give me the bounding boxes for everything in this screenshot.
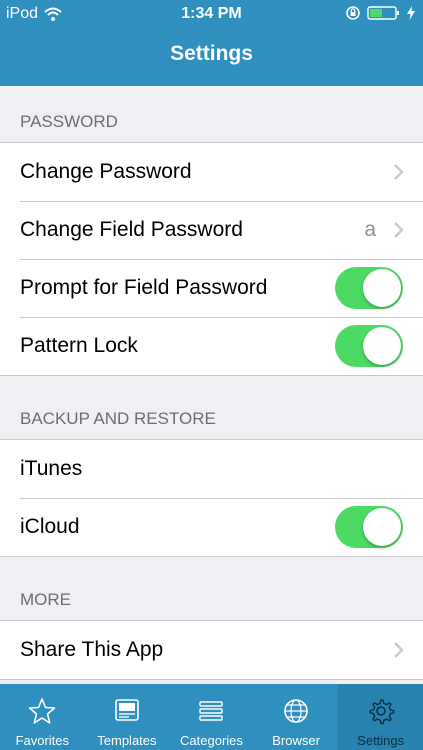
toggle-knob [363, 269, 401, 307]
section-header-backup: BACKUP AND RESTORE [20, 409, 216, 428]
gear-icon [369, 699, 395, 725]
navigation-bar: iPod 1:34 PM Settings [0, 0, 423, 86]
section-more: Share This App [0, 620, 423, 680]
share-this-app-row[interactable]: Share This App [0, 621, 423, 679]
section-header-password: PASSWORD [20, 112, 118, 131]
prompt-field-password-row: Prompt for Field Password [0, 259, 423, 317]
change-field-password-row[interactable]: Change Field Password a [0, 201, 423, 259]
tab-label: Settings [357, 733, 405, 748]
prompt-field-password-toggle[interactable] [335, 267, 403, 309]
pattern-lock-row: Pattern Lock [0, 317, 423, 375]
row-label: Change Password [20, 160, 192, 183]
row-label: iTunes [20, 457, 83, 480]
toggle-knob [363, 508, 401, 546]
row-label: Change Field Password [20, 218, 243, 241]
chevron-right-icon [394, 164, 404, 180]
status-bar: iPod 1:34 PM [0, 0, 423, 30]
row-label: Share This App [20, 638, 164, 661]
settings-list[interactable]: PASSWORD Change Password Change Field Pa… [0, 86, 423, 684]
pattern-lock-toggle[interactable] [335, 325, 403, 367]
row-label: Pattern Lock [20, 334, 138, 357]
itunes-row[interactable]: iTunes [0, 440, 423, 498]
tab-label: Templates [97, 733, 157, 748]
section-header-more: MORE [20, 590, 71, 609]
section-backup: iTunes iCloud [0, 439, 423, 557]
tab-label: Categories [180, 733, 243, 748]
change-password-row[interactable]: Change Password [0, 143, 423, 201]
templates-icon [115, 699, 139, 721]
battery-icon [367, 6, 399, 20]
tab-settings[interactable]: Settings [338, 684, 423, 750]
icloud-toggle[interactable] [335, 506, 403, 548]
tab-label: Browser [272, 733, 320, 748]
icloud-row: iCloud [0, 498, 423, 556]
tab-templates[interactable]: Templates [85, 684, 170, 750]
tab-label: Favorites [15, 733, 70, 748]
status-right [345, 5, 415, 21]
tab-favorites[interactable]: Favorites [0, 684, 85, 750]
tab-categories[interactable]: Categories [169, 684, 254, 750]
row-label: Prompt for Field Password [20, 276, 268, 299]
star-icon [28, 698, 56, 724]
page-title: Settings [170, 42, 253, 65]
tab-browser[interactable]: Browser [254, 684, 339, 750]
row-detail-value: a [364, 218, 376, 241]
rotation-lock-icon [346, 6, 360, 20]
section-password: Change Password Change Field Password a … [0, 142, 423, 376]
charging-icon [407, 6, 415, 20]
row-label: iCloud [20, 515, 80, 538]
list-icon [199, 701, 224, 721]
chevron-right-icon [394, 642, 404, 658]
toggle-knob [363, 327, 401, 365]
globe-icon [284, 699, 308, 723]
chevron-right-icon [394, 222, 404, 238]
tab-bar: Favorites Templates Categories Browser S… [0, 684, 423, 750]
